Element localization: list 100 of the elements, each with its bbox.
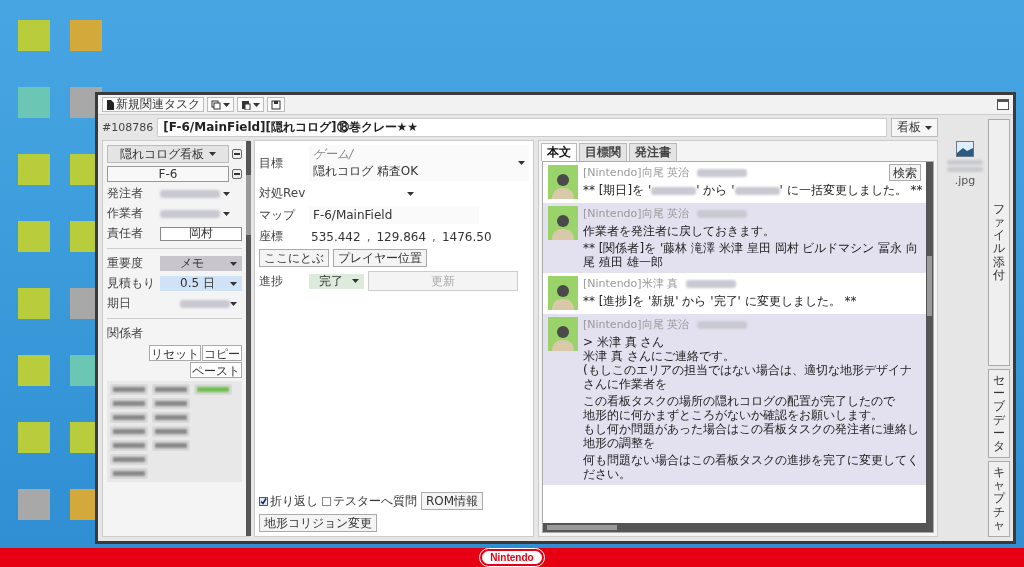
map-field[interactable]: F-6/MainField bbox=[309, 206, 479, 224]
document-icon bbox=[106, 99, 114, 110]
footer-button[interactable]: ROM情報 bbox=[421, 492, 484, 510]
comment-author: [Nintendo]向尾 英治 bbox=[583, 206, 690, 221]
save-icon bbox=[271, 99, 281, 110]
tab[interactable]: 本文 bbox=[541, 143, 577, 161]
checkbox[interactable] bbox=[322, 496, 331, 506]
person-chip[interactable] bbox=[110, 384, 148, 395]
side-tab[interactable]: セーブデータ bbox=[988, 368, 1010, 459]
person-chip[interactable] bbox=[152, 384, 190, 395]
estimate-dropdown[interactable]: 0.5 日 bbox=[160, 276, 242, 291]
person-silhouette-icon bbox=[551, 282, 575, 310]
field-label: 重要度 bbox=[107, 255, 144, 272]
field-label: 責任者 bbox=[107, 225, 144, 242]
coordinate-button[interactable]: プレイヤー位置 bbox=[333, 249, 427, 267]
person-chip[interactable] bbox=[152, 440, 190, 451]
checkbox-option[interactable]: 折り返し bbox=[259, 492, 318, 510]
related-action-button[interactable]: コピー bbox=[202, 345, 242, 361]
caret-icon bbox=[230, 281, 237, 286]
field-label: 作業者 bbox=[107, 205, 144, 222]
collapse-button[interactable] bbox=[232, 149, 242, 159]
comment-author: [Nintendo]米津 真 bbox=[583, 276, 679, 291]
side-tab[interactable]: ファイル添付 bbox=[988, 119, 1010, 366]
new-task-button[interactable]: 新規関連タスク bbox=[102, 97, 204, 112]
field-label: 発注者 bbox=[107, 185, 144, 202]
caret-icon bbox=[223, 102, 230, 107]
field-label: 座標 bbox=[259, 228, 284, 245]
redacted-text bbox=[686, 279, 737, 288]
comment-text: ** [期日]を ' bbox=[583, 183, 652, 197]
category-dropdown[interactable]: 看板 bbox=[891, 118, 938, 137]
caret-icon bbox=[209, 152, 216, 156]
person-chip[interactable] bbox=[152, 426, 190, 437]
clipboard-icon bbox=[241, 99, 251, 110]
comment-text: 地形的に何かまずところがないか確認をお願いします。 bbox=[583, 408, 883, 422]
separator: , bbox=[432, 229, 436, 244]
comment-text: 米津 真 さんにご連絡です。 bbox=[583, 349, 735, 363]
checkbox[interactable] bbox=[259, 496, 268, 506]
person-chip[interactable] bbox=[110, 468, 148, 479]
person-chip[interactable] bbox=[152, 398, 190, 409]
person-chip[interactable] bbox=[110, 454, 148, 465]
goal-dropdown[interactable]: ゲーム/ 隠れコログ 精査OK bbox=[309, 145, 529, 181]
person-chip[interactable] bbox=[110, 412, 148, 423]
tab[interactable]: 目標関 bbox=[579, 143, 627, 161]
field-label: マップ bbox=[259, 206, 297, 224]
caret-icon bbox=[518, 161, 525, 165]
person-field[interactable]: 岡村 bbox=[160, 226, 242, 241]
person-silhouette-icon bbox=[551, 212, 575, 240]
task-number: #108786 bbox=[102, 121, 154, 134]
comment-text: > 米津 真 さん bbox=[583, 335, 665, 349]
comment-text: もし何か問題があった場合はこの看板タスクの発注者に連絡し地形の調整を bbox=[583, 422, 919, 450]
coordinate-field[interactable]: 129.864 bbox=[374, 229, 429, 244]
collapse-button[interactable] bbox=[232, 169, 242, 179]
person-silhouette-icon bbox=[551, 171, 575, 199]
caret-icon bbox=[223, 191, 230, 196]
comment-text: (もしこのエリアの担当ではない場合は、適切な地形デザイナさんに作業者を bbox=[583, 363, 912, 391]
area-field[interactable]: F-6 bbox=[107, 166, 229, 182]
comment-author: [Nintendo]向尾 英治 bbox=[583, 165, 690, 180]
comment-text: 作業者を発注者に戻しておきます。 bbox=[583, 224, 775, 238]
importance-dropdown[interactable]: メモ bbox=[160, 256, 242, 271]
caret-icon bbox=[925, 125, 932, 130]
coordinate-field[interactable]: 1476.50 bbox=[439, 229, 494, 244]
redacted-text bbox=[697, 320, 748, 329]
redacted-text bbox=[160, 209, 220, 218]
related-action-button[interactable]: ペースト bbox=[190, 362, 242, 378]
field-label: 対処Rev bbox=[259, 185, 305, 202]
footer-button[interactable]: 地形コリジョン変更 bbox=[259, 514, 377, 532]
side-tab[interactable]: キャプチャ bbox=[988, 461, 1010, 537]
save-button[interactable] bbox=[267, 97, 285, 112]
coordinate-field[interactable]: 535.442 bbox=[309, 229, 363, 244]
title-field[interactable]: [F-6/MainField][隠れコログ]⑱巻クレー★★ bbox=[157, 118, 887, 137]
caret-icon bbox=[223, 211, 230, 216]
person-chip[interactable] bbox=[110, 398, 148, 409]
tab[interactable]: 発注書 bbox=[629, 143, 677, 161]
progress-dropdown[interactable]: 完了 bbox=[309, 273, 364, 289]
task-type-dropdown[interactable]: 隠れコログ看板 bbox=[107, 145, 229, 163]
person-chip[interactable] bbox=[152, 412, 190, 423]
search-button[interactable]: 検索 bbox=[889, 164, 921, 181]
separator: , bbox=[366, 229, 371, 244]
comment-text: ** [関係者]を '藤林 滝澤 米津 皇田 岡村 ビルドマシン 冨永 向尾 殖田 雄一郎 bbox=[583, 241, 918, 269]
redacted-text bbox=[651, 186, 697, 195]
coordinate-button[interactable]: ここにとぶ bbox=[259, 249, 329, 267]
copy-menu-button[interactable] bbox=[207, 97, 234, 112]
redacted-text bbox=[697, 168, 748, 177]
redacted-text bbox=[947, 167, 983, 172]
scrollbar[interactable] bbox=[543, 523, 933, 532]
redacted-text bbox=[180, 299, 230, 308]
scrollbar[interactable] bbox=[926, 162, 933, 523]
comment-author: [Nintendo]向尾 英治 bbox=[583, 317, 690, 332]
maximize-button[interactable] bbox=[997, 99, 1009, 110]
person-chip[interactable] bbox=[194, 384, 232, 395]
redacted-text bbox=[734, 186, 780, 195]
related-action-button[interactable]: リセット bbox=[149, 345, 201, 361]
caret-icon bbox=[253, 102, 260, 107]
person-silhouette-icon bbox=[551, 323, 575, 351]
person-chip[interactable] bbox=[110, 426, 148, 437]
paste-menu-button[interactable] bbox=[237, 97, 264, 112]
person-chip[interactable] bbox=[110, 440, 148, 451]
caret-icon bbox=[352, 279, 359, 283]
scrollbar[interactable] bbox=[246, 141, 251, 536]
comment-text: ** [進捗]を '新規' から '完了' に変更しました。 ** bbox=[583, 294, 857, 308]
